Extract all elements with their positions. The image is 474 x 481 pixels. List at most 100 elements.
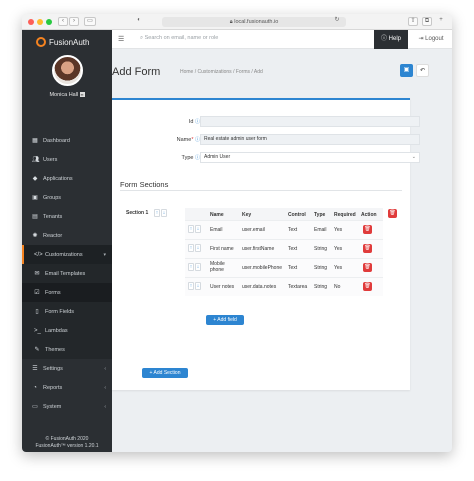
groups-icon: ▣: [32, 195, 38, 201]
sidebar-item-tenants[interactable]: ▤ Tenants: [22, 207, 112, 226]
maximize-window-button[interactable]: [46, 19, 52, 25]
sidebar-item-forms[interactable]: ☑ Forms: [22, 283, 112, 302]
sidebar-item-groups[interactable]: ▣ Groups: [22, 188, 112, 207]
sidebar-item-label: Tenants: [43, 213, 63, 220]
breadcrumb[interactable]: Home / Customizations / Forms / Add: [180, 69, 263, 75]
trash-icon: 🗑︎: [389, 210, 396, 216]
save-button[interactable]: ▣: [400, 64, 413, 77]
field-type: String: [314, 246, 328, 252]
sidebar-item-form-fields[interactable]: ▯ Form Fields: [22, 302, 112, 321]
back-button[interactable]: ↶: [416, 64, 429, 77]
field-type: String: [314, 265, 328, 271]
move-up-icon[interactable]: ↑: [188, 263, 194, 271]
field-control: Textarea: [288, 284, 308, 290]
privacy-icon[interactable]: ◐: [134, 17, 144, 26]
chevron-down-icon: ▾: [103, 251, 106, 258]
sidebar-item-themes[interactable]: ✎ Themes: [22, 340, 112, 359]
type-label: Type ⓘ: [181, 155, 200, 161]
sidebar-item-dashboard[interactable]: ▦ Dashboard: [22, 131, 112, 150]
move-up-icon[interactable]: ↑: [154, 209, 160, 217]
move-down-icon[interactable]: ↓: [161, 209, 167, 217]
save-icon: ▣: [403, 67, 410, 73]
id-label: Id ⓘ: [188, 119, 200, 125]
copyright-text: © FusionAuth 2020: [45, 436, 89, 442]
delete-section-button[interactable]: 🗑︎: [388, 209, 397, 218]
users-icon: 👥︎: [32, 157, 40, 163]
sidebar: FusionAuth Monica Hall ▪▪ ▦ Dashboard 👥︎ U…: [22, 30, 112, 452]
logout-button[interactable]: ⇥ Logout: [411, 30, 451, 49]
menu-icon[interactable]: ☰: [118, 35, 124, 43]
move-down-icon[interactable]: ↓: [195, 282, 201, 290]
delete-field-button[interactable]: 🗑︎: [363, 244, 372, 253]
move-down-icon[interactable]: ↓: [195, 263, 201, 271]
page-title: Add Form: [112, 66, 161, 78]
field-reorder: ↑ ↓: [188, 244, 201, 252]
themes-icon: ✎: [34, 347, 40, 353]
chevron-left-icon: ‹: [104, 403, 106, 410]
search-icon: ⌕: [140, 35, 144, 41]
move-up-icon[interactable]: ↑: [188, 225, 194, 233]
sidebar-item-users[interactable]: 👥︎ Users: [22, 150, 112, 169]
move-up-icon[interactable]: ↑: [188, 244, 194, 252]
sidebar-item-label: Themes: [45, 346, 65, 353]
sidebar-item-email-templates[interactable]: ✉ Email Templates: [22, 264, 112, 283]
id-field[interactable]: [200, 116, 420, 127]
forward-icon[interactable]: ›: [69, 17, 79, 26]
settings-icon: ☰: [32, 366, 38, 372]
delete-field-button[interactable]: 🗑︎: [363, 263, 372, 272]
trash-icon: 🗑︎: [364, 264, 371, 270]
user-name[interactable]: Monica Hall ▪▪: [22, 92, 112, 98]
field-key: user.mobilePhone: [242, 265, 283, 271]
move-up-icon[interactable]: ↑: [188, 282, 194, 290]
logout-icon: ⇥: [418, 36, 424, 42]
search-placeholder: Search on email, name or role: [144, 35, 219, 41]
minimize-window-button[interactable]: [37, 19, 43, 25]
tenants-icon: ▤: [32, 214, 38, 220]
share-icon[interactable]: ⇧: [408, 17, 418, 26]
move-down-icon[interactable]: ↓: [195, 244, 201, 252]
sidebar-item-customizations[interactable]: </> Customizations ▾: [22, 245, 112, 264]
add-field-button[interactable]: + Add field: [206, 315, 244, 325]
sidebar-item-label: System: [43, 403, 62, 410]
sidebar-item-reports[interactable]: ◔ Reports ‹: [22, 378, 112, 397]
trash-icon: 🗑︎: [364, 283, 371, 289]
move-down-icon[interactable]: ↓: [195, 225, 201, 233]
sidebar-item-lambdas[interactable]: >_ Lambdas: [22, 321, 112, 340]
column-header-control: Control: [288, 212, 306, 218]
column-header-type: Type: [314, 212, 326, 218]
address-bar[interactable]: 🔒︎ local.fusionauth.io: [162, 17, 346, 27]
sidebar-item-applications[interactable]: ◆ Applications: [22, 169, 112, 188]
email-icon: ✉: [34, 271, 40, 277]
reload-icon[interactable]: ↻: [332, 17, 342, 26]
back-icon[interactable]: ‹: [58, 17, 68, 26]
tabs-icon[interactable]: ⧉: [422, 17, 432, 26]
sidebar-item-system[interactable]: ▭ System ‹: [22, 397, 112, 416]
field-required: Yes: [334, 265, 343, 271]
avatar[interactable]: [52, 55, 83, 86]
field-control: Text: [288, 265, 298, 271]
name-field[interactable]: Real estate admin user form: [200, 134, 420, 145]
chevron-down-icon: ⌄: [411, 154, 416, 160]
field-name: User notes: [210, 284, 235, 290]
name-label: Name* ⓘ: [176, 137, 200, 143]
user-name-text: Monica Hall: [49, 92, 79, 98]
fusionauth-logo-icon: [36, 37, 46, 47]
delete-field-button[interactable]: 🗑︎: [363, 282, 372, 291]
fusionauth-logo[interactable]: FusionAuth: [36, 37, 89, 47]
close-window-button[interactable]: [28, 19, 34, 25]
sidebar-item-settings[interactable]: ☰ Settings ‹: [22, 359, 112, 378]
sidebar-toggle-icon[interactable]: ▭: [84, 17, 96, 26]
sidebar-item-label: Dashboard: [43, 137, 70, 144]
sidebar-item-reactor[interactable]: ✺ Reactor: [22, 226, 112, 245]
sidebar-item-label: Reactor: [43, 232, 63, 239]
type-select[interactable]: Admin User ⌄: [200, 152, 420, 163]
lambdas-icon: >_: [34, 327, 41, 334]
sidebar-item-label: Reports: [43, 384, 63, 391]
search-input[interactable]: ⌕ Search on email, name or role: [140, 35, 218, 42]
profile-card-icon: ▪▪: [79, 92, 85, 97]
new-tab-icon[interactable]: +: [436, 17, 446, 26]
field-key: user.email: [242, 227, 265, 233]
help-button[interactable]: ⓘ Help: [374, 30, 408, 49]
delete-field-button[interactable]: 🗑︎: [363, 225, 372, 234]
add-section-button[interactable]: + Add Section: [142, 368, 188, 378]
